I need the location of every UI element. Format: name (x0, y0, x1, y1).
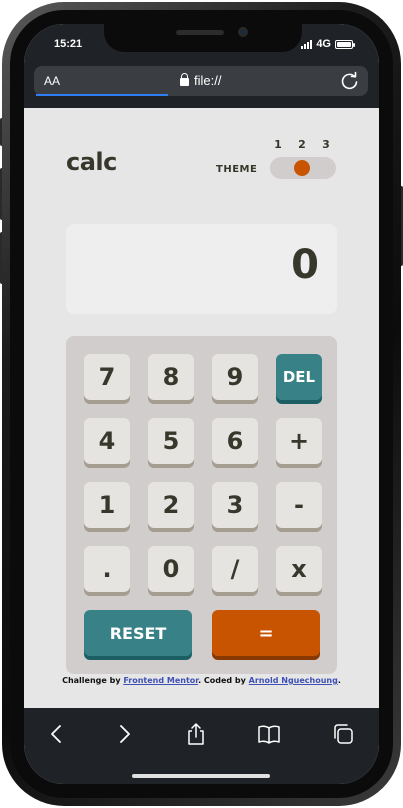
delete-button[interactable]: DEL (276, 354, 322, 400)
address-bar[interactable]: AA file:// (34, 66, 368, 96)
theme-option-3[interactable]: 3 (320, 138, 332, 151)
equals-button[interactable]: = (212, 610, 320, 656)
tabs-icon[interactable] (330, 722, 356, 746)
network-label: 4G (316, 38, 331, 50)
browser-top-bar: 15:21 4G AA file:// (24, 24, 379, 108)
status-time: 15:21 (54, 38, 83, 50)
theme-toggle[interactable] (270, 157, 336, 179)
key-dot[interactable]: . (84, 546, 130, 592)
key-4[interactable]: 4 (84, 418, 130, 464)
key-minus[interactable]: - (276, 482, 322, 528)
text-size-button[interactable]: AA (44, 74, 60, 88)
key-7[interactable]: 7 (84, 354, 130, 400)
key-6[interactable]: 6 (212, 418, 258, 464)
key-divide[interactable]: / (212, 546, 258, 592)
theme-option-2[interactable]: 2 (296, 138, 308, 151)
key-8[interactable]: 8 (148, 354, 194, 400)
key-9[interactable]: 9 (212, 354, 258, 400)
bookmarks-icon[interactable] (256, 722, 282, 746)
calculator-display: 0 (66, 224, 337, 314)
status-indicators: 4G (301, 38, 355, 50)
attribution: Challenge by Frontend Mentor. Coded by A… (24, 676, 379, 685)
frontend-mentor-link[interactable]: Frontend Mentor (123, 676, 198, 685)
attribution-prefix: Challenge by (62, 676, 124, 685)
share-icon[interactable] (183, 722, 209, 746)
url-text: file:// (194, 73, 222, 88)
phone-screen: 15:21 4G AA file:// calc 1 2 3 THEME 0 7… (24, 24, 379, 784)
speaker-grille (176, 30, 224, 35)
calculator-app: calc 1 2 3 THEME 0 7 8 9 DEL 4 5 6 + 1 2… (24, 108, 379, 708)
author-link[interactable]: Arnold Nguechoung (249, 676, 338, 685)
key-0[interactable]: 0 (148, 546, 194, 592)
lock-icon (180, 73, 189, 86)
theme-numbers: 1 2 3 (272, 138, 332, 151)
home-indicator[interactable] (132, 774, 270, 778)
browser-toolbar (24, 708, 379, 784)
display-value: 0 (291, 242, 319, 288)
forward-icon[interactable] (111, 722, 137, 746)
key-1[interactable]: 1 (84, 482, 130, 528)
load-progress-bar (36, 94, 168, 96)
theme-label: THEME (216, 164, 258, 175)
theme-toggle-knob[interactable] (294, 160, 310, 176)
reload-icon[interactable] (340, 71, 360, 91)
key-plus[interactable]: + (276, 418, 322, 464)
reset-button[interactable]: RESET (84, 610, 192, 656)
notch (104, 24, 302, 52)
theme-option-1[interactable]: 1 (272, 138, 284, 151)
battery-icon (335, 39, 355, 49)
url-display[interactable]: file:// (180, 73, 221, 88)
attribution-suffix: . (337, 676, 341, 685)
attribution-middle: . Coded by (198, 676, 249, 685)
back-icon[interactable] (44, 722, 70, 746)
camera-icon (238, 27, 248, 37)
app-logo: calc (66, 148, 117, 176)
signal-icon (301, 39, 313, 49)
key-multiply[interactable]: x (276, 546, 322, 592)
key-2[interactable]: 2 (148, 482, 194, 528)
keypad: 7 8 9 DEL 4 5 6 + 1 2 3 - . 0 / x RESET … (66, 336, 337, 674)
key-3[interactable]: 3 (212, 482, 258, 528)
key-5[interactable]: 5 (148, 418, 194, 464)
